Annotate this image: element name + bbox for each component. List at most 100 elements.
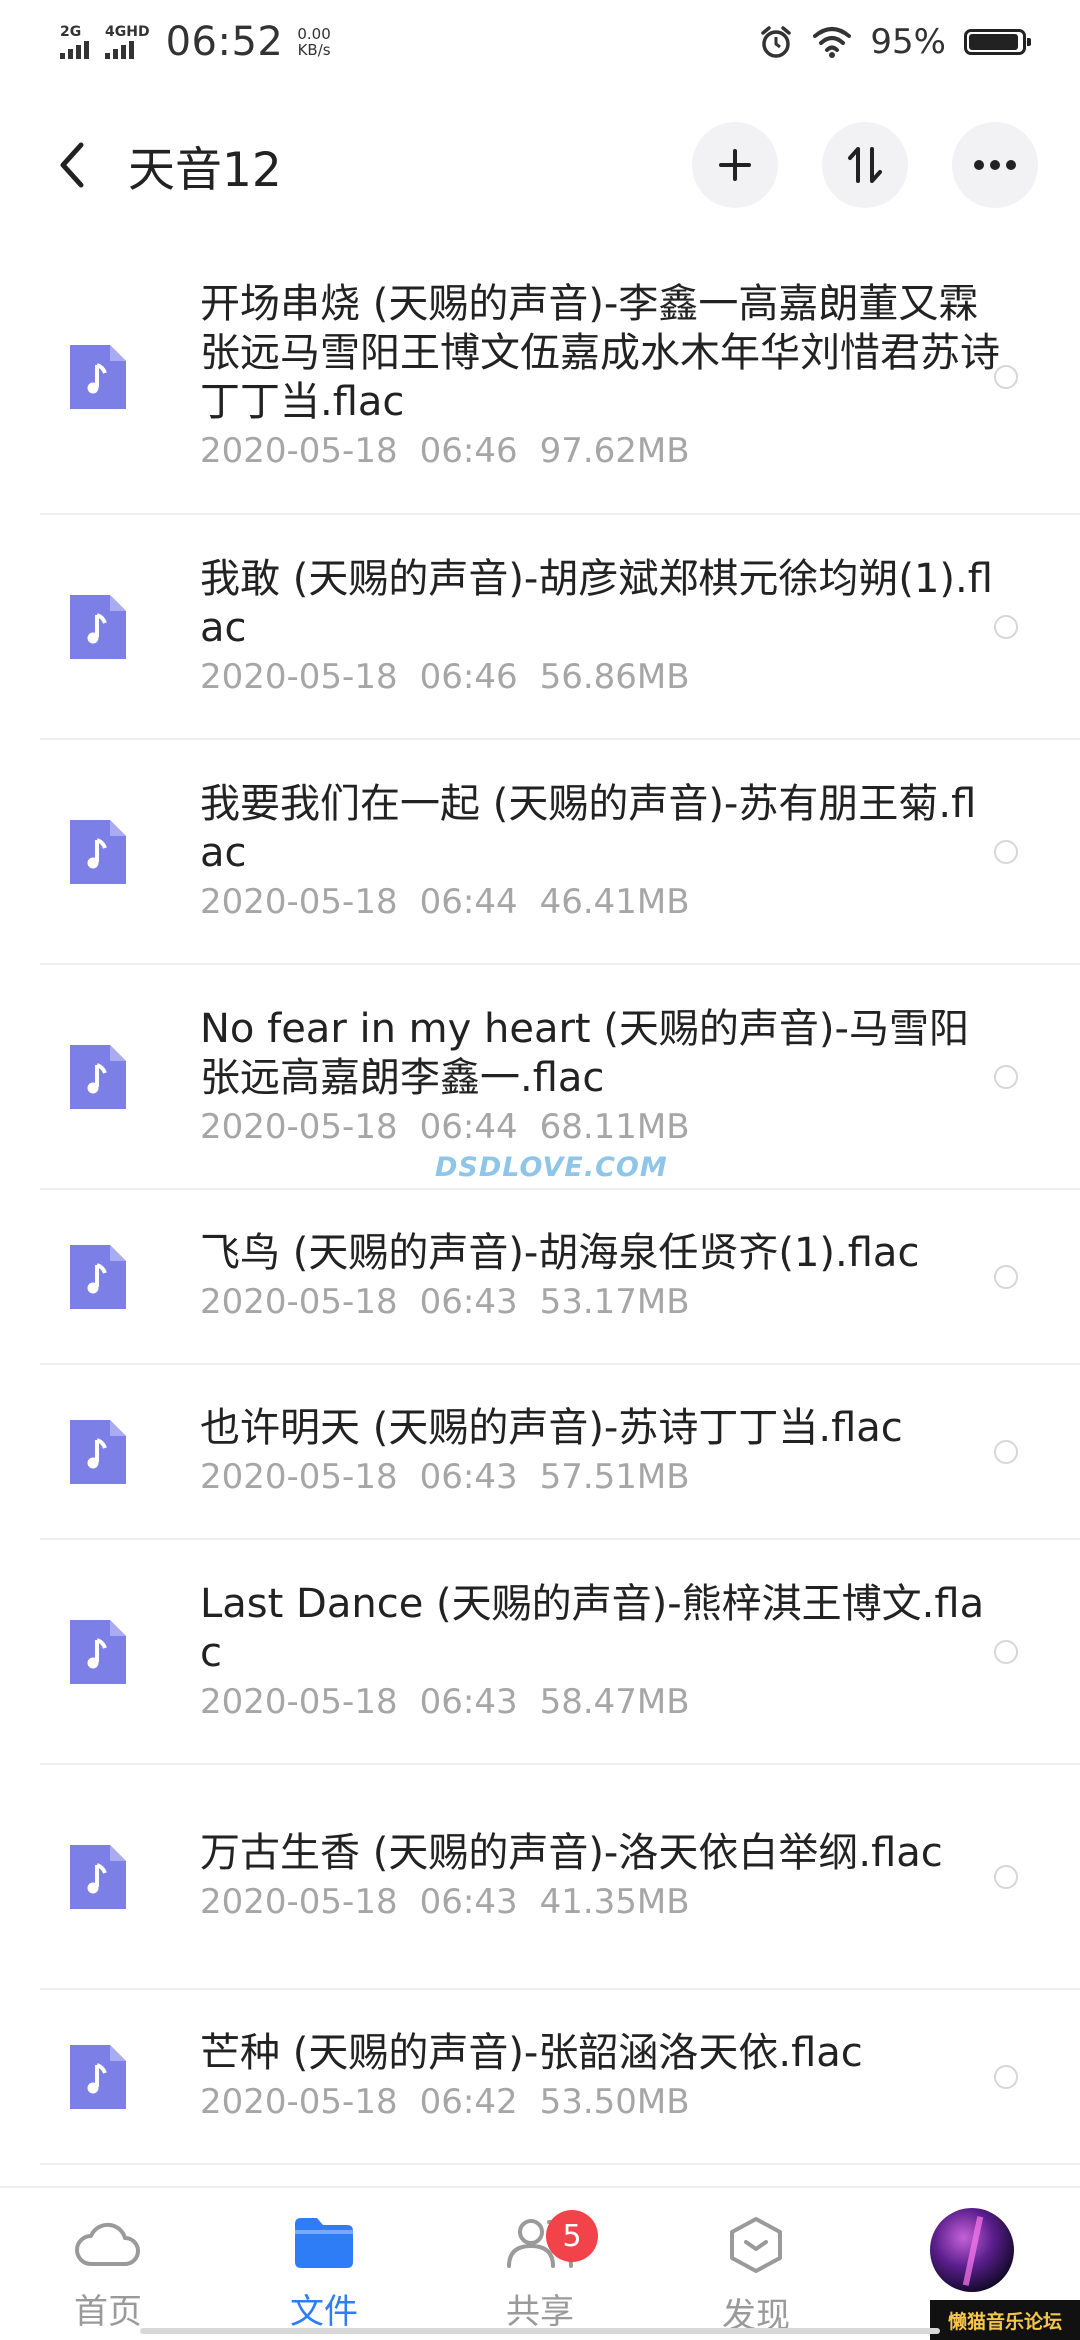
file-size: 53.17MB	[539, 1282, 690, 1322]
file-size: 53.50MB	[539, 2082, 690, 2122]
add-button[interactable]	[692, 122, 778, 208]
file-meta: 2020-05-18 06:44 68.11MB	[200, 1105, 1000, 1149]
status-left: 2G 4GHD 06:52 0.00 KB/s	[60, 19, 331, 65]
cloud-icon	[75, 2222, 140, 2266]
wifi-icon	[813, 27, 852, 58]
folder-header: 天音12	[0, 110, 1080, 220]
select-radio[interactable]	[994, 839, 1018, 864]
music-file-icon	[70, 819, 126, 884]
file-info: 我敢 (天赐的声音)-胡彦斌郑棋元徐均朔(1).flac 2020-05-18 0…	[200, 555, 1000, 699]
select-radio[interactable]	[994, 2064, 1018, 2089]
file-time: 06:44	[419, 1106, 518, 1147]
file-size: 58.47MB	[539, 1681, 690, 1722]
network-4g: 4GHD	[105, 25, 150, 59]
music-file-icon	[70, 1044, 126, 1109]
file-size: 46.41MB	[539, 881, 690, 922]
music-file-icon	[70, 344, 126, 409]
avatar[interactable]	[930, 2208, 1014, 2292]
sort-button[interactable]	[822, 122, 908, 208]
file-meta: 2020-05-18 06:43 58.47MB	[200, 1680, 1000, 1724]
file-name: 开场串烧 (天赐的声音)-李鑫一高嘉朗董又霖张远马雪阳王博文伍嘉成水木年华刘惜君…	[200, 281, 1000, 425]
home-indicator[interactable]	[140, 2328, 940, 2334]
file-size: 56.86MB	[539, 656, 690, 697]
file-info: No fear in my heart (天赐的声音)-马雪阳张远高嘉朗李鑫一.…	[200, 1005, 1000, 1149]
file-info: Last Dance (天赐的声音)-熊梓淇王博文.flac 2020-05-1…	[200, 1580, 1000, 1724]
select-radio[interactable]	[994, 1439, 1018, 1464]
music-file-icon	[70, 594, 126, 659]
file-name: No fear in my heart (天赐的声音)-马雪阳张远高嘉朗李鑫一.…	[200, 1005, 969, 1101]
file-row[interactable]: Last Dance (天赐的声音)-熊梓淇王博文.flac 2020-05-1…	[40, 1540, 1080, 1765]
file-time: 06:44	[419, 881, 518, 922]
file-time: 06:43	[419, 1282, 518, 1322]
file-name: Last Dance (天赐的声音)-熊梓淇王博文.flac	[200, 1580, 985, 1676]
file-meta: 2020-05-18 06:43 41.35MB	[200, 1880, 1000, 1924]
file-date: 2020-05-18	[200, 2082, 398, 2122]
sort-icon	[848, 147, 882, 183]
file-info: 也许明天 (天赐的声音)-苏诗丁丁当.flac 2020-05-18 06:43 5…	[200, 1404, 1000, 1499]
discover-icon	[730, 2217, 782, 2273]
music-file-icon	[70, 1419, 126, 1484]
file-row[interactable]: 芒种 (天赐的声音)-张韶涵洛天依.flac 2020-05-18 06:42 53…	[40, 1990, 1080, 2165]
status-clock: 06:52	[165, 19, 284, 65]
select-radio[interactable]	[994, 364, 1018, 389]
file-size: 68.11MB	[539, 1106, 690, 1147]
select-radio[interactable]	[994, 614, 1018, 639]
network-speed: 0.00 KB/s	[297, 26, 330, 58]
file-size: 57.51MB	[539, 1457, 690, 1497]
nav-share-label: 共享	[506, 2292, 574, 2332]
battery-percent: 95%	[870, 22, 946, 62]
file-meta: 2020-05-18 06:43 53.17MB	[200, 1280, 1000, 1324]
file-name: 飞鸟 (天赐的声音)-胡海泉任贤齐(1).flac	[200, 1230, 920, 1276]
nav-share[interactable]: 5 共享	[460, 2210, 620, 2333]
add-icon	[719, 149, 751, 181]
file-row[interactable]: 开场串烧 (天赐的声音)-李鑫一高嘉朗董又霖张远马雪阳王博文伍嘉成水木年华刘惜君…	[40, 240, 1080, 515]
select-radio[interactable]	[994, 1639, 1018, 1664]
file-name: 我要我们在一起 (天赐的声音)-苏有朋王菊.flac	[200, 780, 977, 876]
select-radio[interactable]	[994, 1264, 1018, 1289]
watermark: DSDLOVE.COM	[435, 1152, 668, 1183]
file-info: 开场串烧 (天赐的声音)-李鑫一高嘉朗董又霖张远马雪阳王博文伍嘉成水木年华刘惜君…	[200, 280, 1000, 473]
nav-discover[interactable]: 发现	[676, 2216, 836, 2337]
file-info: 我要我们在一起 (天赐的声音)-苏有朋王菊.flac 2020-05-18 06:…	[200, 780, 1000, 924]
file-name: 我敢 (天赐的声音)-胡彦斌郑棋元徐均朔(1).flac	[200, 555, 993, 651]
battery-fill	[969, 34, 1019, 50]
file-meta: 2020-05-18 06:46 56.86MB	[200, 655, 1000, 699]
nav-files[interactable]: 文件	[244, 2216, 404, 2333]
file-list: 开场串烧 (天赐的声音)-李鑫一高嘉朗董又霖张远马雪阳王博文伍嘉成水木年华刘惜君…	[0, 240, 1080, 2165]
file-date: 2020-05-18	[200, 656, 398, 697]
file-time: 06:46	[419, 431, 518, 471]
nav-home[interactable]: 首页	[28, 2216, 188, 2333]
file-row[interactable]: 也许明天 (天赐的声音)-苏诗丁丁当.flac 2020-05-18 06:43 5…	[40, 1365, 1080, 1540]
file-row[interactable]: 我敢 (天赐的声音)-胡彦斌郑棋元徐均朔(1).flac 2020-05-18 0…	[40, 515, 1080, 740]
music-file-icon	[70, 1619, 126, 1684]
file-date: 2020-05-18	[200, 1882, 398, 1922]
file-name: 万古生香 (天赐的声音)-洛天依白举纲.flac	[200, 1830, 943, 1876]
select-radio[interactable]	[994, 1864, 1018, 1889]
network-speed-value: 0.00	[297, 25, 331, 43]
file-info: 万古生香 (天赐的声音)-洛天依白举纲.flac 2020-05-18 06:43…	[200, 1829, 1000, 1924]
file-name: 芒种 (天赐的声音)-张韶涵洛天依.flac	[200, 2030, 863, 2076]
folder-icon	[295, 2218, 353, 2268]
select-radio[interactable]	[994, 1064, 1018, 1089]
file-name: 也许明天 (天赐的声音)-苏诗丁丁当.flac	[200, 1405, 903, 1451]
file-meta: 2020-05-18 06:42 53.50MB	[200, 2080, 1000, 2124]
file-time: 06:42	[419, 2082, 518, 2122]
forum-watermark: 懒猫音乐论坛	[930, 2300, 1080, 2340]
file-row[interactable]: 飞鸟 (天赐的声音)-胡海泉任贤齐(1).flac 2020-05-18 06:4…	[40, 1190, 1080, 1365]
more-button[interactable]	[952, 122, 1038, 208]
back-button[interactable]	[50, 135, 94, 195]
file-size: 41.35MB	[539, 1882, 690, 1922]
file-date: 2020-05-18	[200, 431, 398, 471]
file-row[interactable]: 我要我们在一起 (天赐的声音)-苏有朋王菊.flac 2020-05-18 06:…	[40, 740, 1080, 965]
nav-home-label: 首页	[74, 2292, 142, 2332]
network-speed-unit: KB/s	[297, 41, 331, 59]
back-icon	[60, 142, 84, 188]
file-row[interactable]: 万古生香 (天赐的声音)-洛天依白举纲.flac 2020-05-18 06:43…	[40, 1765, 1080, 1990]
signal-icon	[60, 41, 89, 59]
file-time: 06:43	[419, 1681, 518, 1722]
file-time: 06:43	[419, 1457, 518, 1497]
status-right: 95%	[758, 22, 1031, 62]
file-time: 06:46	[419, 656, 518, 697]
signal-icon	[105, 41, 134, 59]
network-2g: 2G	[60, 25, 89, 59]
